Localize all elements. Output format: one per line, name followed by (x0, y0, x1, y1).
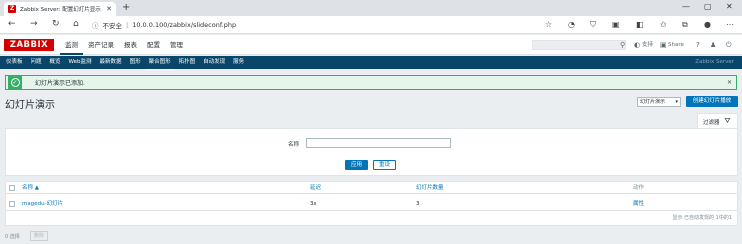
favorite-star-icon[interactable]: ☆ (545, 20, 552, 29)
filter-icon: ⛛ (724, 117, 731, 125)
filter-name-input[interactable] (306, 138, 451, 148)
submenu-discovery[interactable]: 自动发现 (199, 56, 229, 69)
global-search-input[interactable] (532, 40, 626, 50)
zabbix-logo[interactable]: ZABBIX (4, 39, 54, 51)
submenu-latest-data[interactable]: 最新数据 (96, 56, 126, 69)
zabbix-favicon-icon: Z (8, 5, 16, 13)
message-text: 幻灯片演示已添加. (35, 80, 85, 87)
submenu-web[interactable]: Web监测 (65, 56, 96, 69)
submenu-services[interactable]: 服务 (229, 56, 248, 69)
forward-icon[interactable]: → (30, 20, 38, 29)
tab-title: Zabbix Server: 配置幻灯片显示 (20, 7, 101, 13)
menu-inventory[interactable]: 资产记录 (83, 35, 119, 55)
submenu-problems[interactable]: 问题 (27, 56, 46, 69)
new-tab-icon[interactable]: + (122, 3, 130, 13)
column-header-action: 动作 (633, 185, 645, 191)
column-header-count[interactable]: 幻灯片数量 (416, 184, 444, 192)
share-icon: ▣ (660, 41, 667, 49)
shield-icon[interactable]: ⛉ (590, 20, 596, 29)
menu-reports[interactable]: 报表 (119, 35, 142, 55)
row-delay: 3s (310, 201, 317, 207)
minimize-icon[interactable]: — (682, 3, 690, 11)
menu-administration[interactable]: 管理 (165, 35, 188, 55)
table-footer-count: 显示 已自动发现的 1中的1 (672, 215, 732, 221)
filter-tab[interactable]: 过滤器 ⛛ (697, 113, 738, 129)
table-header-divider (5, 193, 738, 194)
url-text: 10.0.0.100/zabbix/slideconf.php (132, 21, 237, 29)
reset-button[interactable]: 重设 (373, 160, 396, 170)
slideshow-table (5, 181, 738, 226)
window-close-icon[interactable]: ✕ (726, 3, 733, 11)
sub-menu: 仪表板 问题 概览 Web监测 最新数据 图形 聚合图形 拓扑图 自动发现 服务 (0, 56, 742, 70)
security-warning: 不安全 (102, 22, 123, 30)
submenu-maps[interactable]: 拓扑图 (175, 56, 200, 69)
filter-tab-label: 过滤器 (703, 119, 720, 126)
submenu-screens[interactable]: 聚合图形 (144, 56, 175, 70)
address-bar: ← → ↻ ⌂ ⓘ 不安全 | 10.0.0.100/zabbix/slidec… (0, 16, 742, 34)
reload-icon[interactable]: ↻ (52, 20, 60, 29)
row-checkbox[interactable] (9, 201, 15, 207)
back-icon[interactable]: ← (8, 20, 16, 29)
support-link[interactable]: 支持 (642, 41, 653, 49)
filter-panel (5, 128, 738, 176)
view-select[interactable]: 幻灯片演示 ▾ (637, 97, 681, 107)
support-icon: ◐ (634, 41, 641, 49)
zabbix-header: ZABBIX 监测 资产记录 报表 配置 管理 ⚲ ◐ 支持 ▣ Share ?… (0, 35, 742, 55)
close-tab-icon[interactable]: ✕ (106, 5, 112, 13)
submenu-dashboard[interactable]: 仪表板 (2, 56, 27, 69)
submenu-overview[interactable]: 概览 (46, 56, 65, 69)
profile-avatar[interactable]: ● (704, 20, 711, 29)
browser-tab[interactable]: Z Zabbix Server: 配置幻灯片显示 ✕ (4, 2, 116, 16)
success-message: ✓ 幻灯片演示已添加. ✕ (5, 75, 737, 90)
menu-configuration[interactable]: 配置 (142, 35, 165, 55)
page-title: 幻灯片演示 (5, 100, 55, 111)
user-icon[interactable]: ♟ (710, 40, 716, 50)
search-icon[interactable]: ⚲ (620, 40, 625, 50)
view-select-value: 幻灯片演示 (640, 99, 666, 105)
apply-button[interactable]: 应用 (345, 160, 368, 170)
signout-icon[interactable]: ⏻ (726, 40, 732, 50)
wallet-icon[interactable]: ▣ (612, 20, 620, 29)
chevron-down-icon: ▾ (675, 99, 678, 105)
selected-count: 0 选择 (5, 234, 20, 240)
close-message-icon[interactable]: ✕ (727, 79, 732, 86)
column-header-name[interactable]: 名称 ▲ (22, 184, 39, 192)
main-menu: 监测 资产记录 报表 配置 管理 (60, 35, 188, 55)
collections-icon[interactable]: ⧉ (682, 20, 688, 29)
sidebar-icon[interactable]: ◧ (636, 20, 644, 29)
delete-button: 删除 (30, 231, 48, 241)
favorites-icon[interactable]: ✩ (660, 20, 667, 29)
column-header-delay[interactable]: 延迟 (310, 184, 321, 192)
filter-name-label: 名称 (288, 142, 300, 148)
home-icon[interactable]: ⌂ (73, 20, 79, 29)
submenu-graphs[interactable]: 图形 (126, 56, 145, 69)
url-divider: | (126, 21, 129, 29)
help-icon[interactable]: ? (696, 40, 700, 50)
url-field[interactable]: ⓘ 不安全 | 10.0.0.100/zabbix/slideconf.php (92, 19, 562, 31)
extension-icon[interactable]: ◔ (568, 20, 575, 29)
row-name-link[interactable]: magedu-幻灯片 (22, 200, 63, 208)
browser-tab-strip: Z Zabbix Server: 配置幻灯片显示 ✕ + — ▢ ✕ (0, 0, 742, 16)
menu-monitoring[interactable]: 监测 (60, 35, 83, 55)
select-all-checkbox[interactable] (9, 185, 15, 191)
info-icon[interactable]: ⓘ (92, 20, 99, 30)
share-link[interactable]: Share (668, 41, 684, 49)
more-icon[interactable]: ⋯ (726, 20, 734, 29)
table-row-divider (5, 210, 738, 211)
success-icon: ✓ (8, 76, 22, 89)
maximize-icon[interactable]: ▢ (704, 3, 712, 11)
server-name: Zabbix Server (695, 59, 734, 65)
row-count: 3 (416, 201, 420, 207)
row-properties-link[interactable]: 属性 (633, 200, 644, 208)
create-slideshow-button[interactable]: 创建幻灯片播放 (686, 96, 738, 107)
